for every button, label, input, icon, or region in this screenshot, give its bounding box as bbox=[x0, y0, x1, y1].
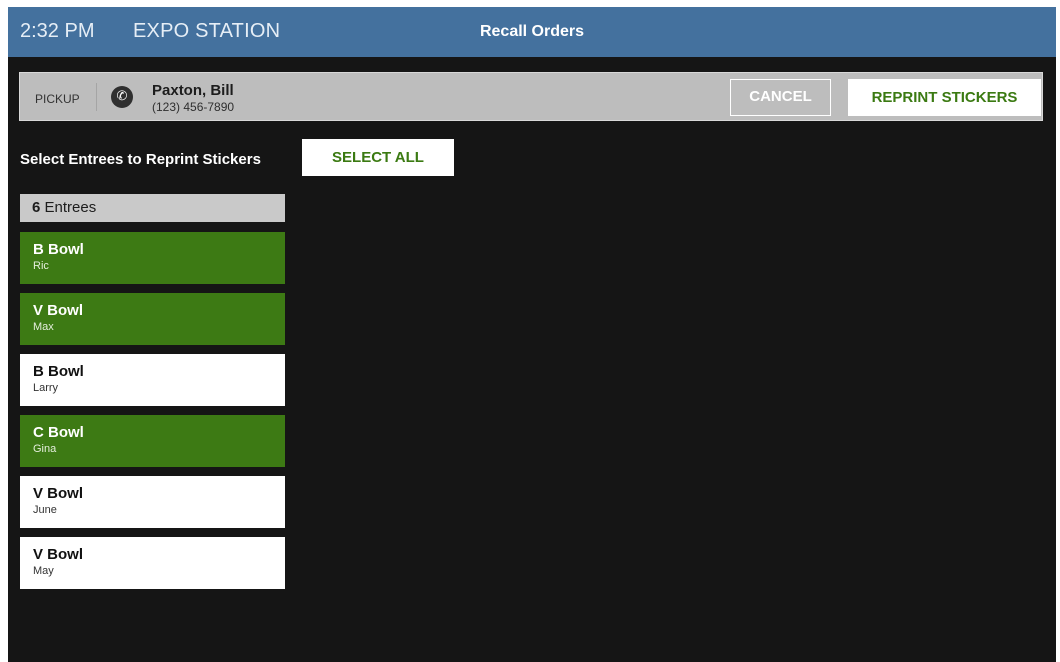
guest-name: May bbox=[33, 565, 54, 577]
guest-name: Gina bbox=[33, 443, 57, 455]
phone-icon: ✆ bbox=[111, 86, 133, 108]
entree-count-label: Entrees bbox=[40, 199, 97, 216]
entree-item[interactable]: B Bowl Larry bbox=[20, 354, 285, 406]
order-info-bar: PICKUP ✆ Paxton, Bill (123) 456-7890 CAN… bbox=[19, 72, 1043, 121]
guest-name: June bbox=[33, 504, 57, 516]
entree-name: V Bowl bbox=[33, 485, 84, 502]
guest-name: Max bbox=[33, 321, 54, 333]
entree-item[interactable]: V Bowl June bbox=[20, 476, 285, 528]
header-bar: 2:32 PM EXPO STATION Recall Orders bbox=[8, 7, 1056, 57]
entree-name: B Bowl bbox=[33, 363, 84, 380]
divider bbox=[96, 83, 97, 111]
entree-item[interactable]: V Bowl Max bbox=[20, 293, 285, 345]
entree-name: V Bowl bbox=[33, 546, 84, 563]
entree-name: C Bowl bbox=[33, 424, 84, 441]
entree-name: B Bowl bbox=[33, 241, 84, 258]
entree-name: V Bowl bbox=[33, 302, 84, 319]
reprint-stickers-button[interactable]: REPRINT STICKERS bbox=[848, 79, 1041, 116]
entree-count-header: 6 Entrees bbox=[20, 194, 285, 222]
entree-item[interactable]: B Bowl Ric bbox=[20, 232, 285, 284]
entree-item[interactable]: C Bowl Gina bbox=[20, 415, 285, 467]
instruction-text: Select Entrees to Reprint Stickers bbox=[20, 151, 261, 168]
guest-name: Ric bbox=[33, 260, 49, 272]
entree-item[interactable]: V Bowl May bbox=[20, 537, 285, 589]
entree-list: B Bowl Ric V Bowl Max B Bowl Larry C Bow… bbox=[20, 232, 285, 598]
order-type-label: PICKUP bbox=[35, 92, 80, 106]
guest-name: Larry bbox=[33, 382, 59, 394]
customer-name: Paxton, Bill bbox=[152, 82, 234, 99]
page-title: Recall Orders bbox=[479, 23, 585, 40]
cancel-button[interactable]: CANCEL bbox=[730, 79, 831, 116]
select-all-button[interactable]: SELECT ALL bbox=[302, 139, 454, 176]
customer-phone: (123) 456-7890 bbox=[152, 100, 235, 114]
app-frame: 2:32 PM EXPO STATION Recall Orders PICKU… bbox=[8, 7, 1056, 662]
